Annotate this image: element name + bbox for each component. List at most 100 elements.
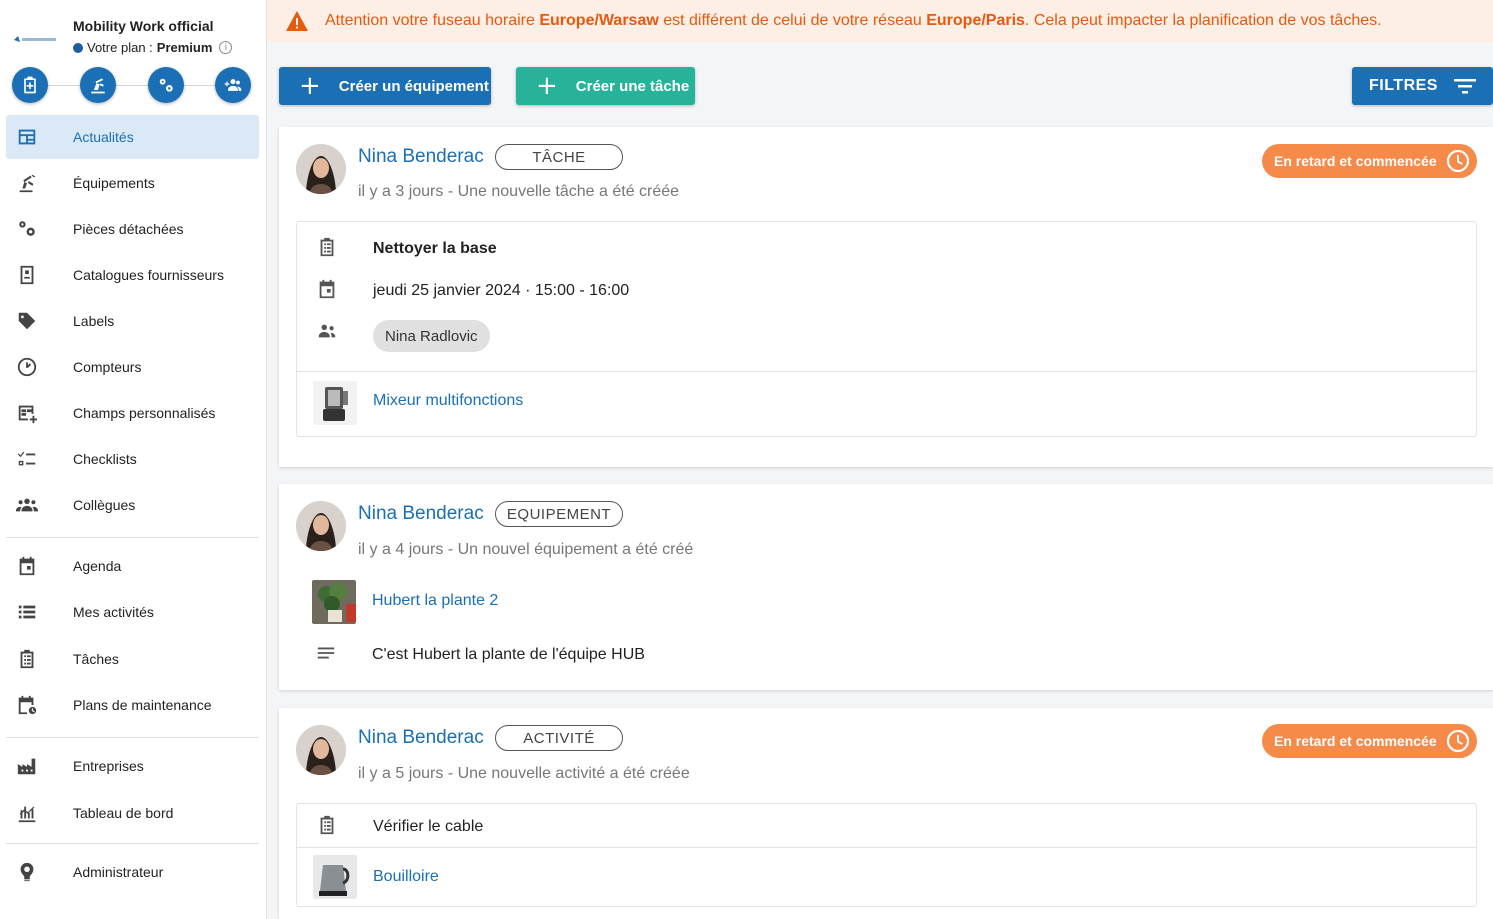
feed-card-equipment: Nina Benderac EQUIPEMENT il y a 4 jours … [279, 484, 1493, 690]
add-task-icon [24, 76, 36, 94]
sidebar-item-compteurs[interactable]: Compteurs [6, 345, 259, 389]
sidebar-item-label: Labels [73, 313, 115, 329]
sidebar-item-label: Tâches [73, 651, 119, 667]
sidebar-item-label: Checklists [73, 451, 137, 467]
equipment-thumbnail[interactable] [313, 381, 357, 425]
clipboard-icon [14, 646, 40, 672]
author-avatar[interactable] [296, 501, 346, 551]
activity-title[interactable]: Vérifier le cable [373, 818, 483, 836]
task-title[interactable]: Nettoyer la base [373, 240, 497, 258]
sidebar-item-collegues[interactable]: Collègues [6, 483, 259, 527]
calendar-icon [316, 278, 338, 300]
organization-name[interactable]: Mobility Work official [73, 18, 214, 34]
sidebar-item-administrateur[interactable]: Administrateur [6, 850, 259, 894]
quick-add-task-button[interactable] [12, 67, 48, 103]
admin-icon [14, 859, 40, 885]
task-details-panel: Nettoyer la base jeudi 25 janvier 2024 ·… [296, 221, 1477, 437]
sidebar-item-label: Administrateur [73, 864, 164, 880]
sidebar-item-mes-activites[interactable]: Mes activités [6, 590, 259, 634]
quick-add-parts-button[interactable] [148, 67, 184, 103]
sidebar-item-actualites[interactable]: Actualités [6, 115, 259, 159]
type-tag: EQUIPEMENT [495, 501, 623, 527]
dashboard-icon [14, 800, 40, 826]
quick-add-equipment-button[interactable] [80, 67, 116, 103]
activity-equipment-row: Bouilloire [297, 854, 1476, 900]
sidebar-item-taches[interactable]: Tâches [6, 637, 259, 681]
task-title-row: Nettoyer la base [297, 234, 1476, 264]
sidebar-item-agenda[interactable]: Agenda [6, 544, 259, 588]
catalog-icon [14, 262, 40, 288]
sidebar: Mobility Work official Votre plan : Prem… [0, 0, 267, 919]
author-avatar[interactable] [296, 144, 346, 194]
author-name-link[interactable]: Nina Benderac [358, 146, 484, 168]
plan-status-dot [73, 42, 83, 53]
assignee-chip[interactable]: Nina Radlovic [373, 320, 490, 352]
warning-icon [286, 11, 308, 31]
custom-fields-icon [14, 400, 40, 426]
create-equipment-label: Créer un équipement [338, 77, 489, 95]
sidebar-item-checklists[interactable]: Checklists [6, 437, 259, 481]
author-avatar[interactable] [296, 725, 346, 775]
feed-card-activity: Nina Benderac ACTIVITÉ il y a 5 jours - … [279, 708, 1493, 919]
info-icon[interactable]: i [219, 41, 233, 54]
sidebar-item-label: Entreprises [73, 758, 144, 774]
clock-icon [1446, 729, 1470, 753]
panel-divider [297, 847, 1476, 848]
add-user-icon [224, 79, 242, 91]
equipment-link[interactable]: Mixeur multifonctions [373, 392, 523, 410]
feed-card-task: Nina Benderac TÂCHE il y a 3 jours - Une… [279, 127, 1493, 467]
sidebar-item-label: Mes activités [73, 604, 154, 620]
task-equipment-row: Mixeur multifonctions [297, 378, 1476, 428]
sidebar-item-entreprises[interactable]: Entreprises [6, 744, 259, 788]
sidebar-item-catalogues-fournisseurs[interactable]: Catalogues fournisseurs [6, 253, 259, 297]
author-name-link[interactable]: Nina Benderac [358, 503, 484, 525]
sidebar-item-champs-personnalises[interactable]: Champs personnalisés [6, 391, 259, 435]
newsfeed-icon [14, 124, 40, 150]
sidebar-item-label: Collègues [73, 497, 136, 513]
notes-icon [315, 642, 337, 664]
activity-details-panel: Vérifier le cable Bouilloire [296, 803, 1477, 907]
people-icon [316, 320, 338, 342]
type-tag: TÂCHE [495, 144, 623, 170]
filters-button[interactable]: FILTRES [1352, 67, 1493, 105]
nav-divider [6, 737, 259, 738]
sidebar-item-label: Catalogues fournisseurs [73, 267, 224, 283]
equipment-row: Hubert la plante 2 [279, 580, 1493, 624]
sidebar-item-label: Compteurs [73, 359, 142, 375]
add-equipment-icon [91, 78, 105, 94]
equipment-icon [14, 170, 40, 196]
author-name-link[interactable]: Nina Benderac [358, 727, 484, 749]
factory-icon [14, 753, 40, 779]
create-task-button[interactable]: + Créer une tâche [516, 67, 695, 105]
quick-add-user-button[interactable] [215, 67, 251, 103]
feed-meta: il y a 4 jours - Un nouvel équipement a … [358, 541, 694, 558]
status-label: En retard et commencée [1274, 733, 1437, 749]
equipment-link[interactable]: Hubert la plante 2 [372, 592, 498, 610]
create-task-label: Créer une tâche [575, 77, 690, 95]
equipment-link[interactable]: Bouilloire [373, 868, 439, 886]
activity-title-row: Vérifier le cable [297, 812, 1476, 842]
maintenance-plan-icon [14, 692, 40, 718]
task-date-row: jeudi 25 janvier 2024 · 15:00 - 16:00 [297, 276, 1476, 306]
sidebar-item-pieces-detachees[interactable]: Pièces détachées [6, 207, 259, 251]
filter-icon [1454, 79, 1476, 94]
task-assignee-row: Nina Radlovic [297, 320, 1476, 356]
plan-indicator: Votre plan : Premium i [73, 40, 233, 55]
equipment-thumbnail[interactable] [313, 855, 357, 899]
create-equipment-button[interactable]: + Créer un équipement [279, 67, 491, 105]
clipboard-icon [316, 236, 338, 258]
equipment-thumbnail[interactable] [312, 580, 356, 624]
checklist-icon [14, 446, 40, 472]
sidebar-item-equipements[interactable]: Équipements [6, 161, 259, 205]
parts-icon [14, 216, 40, 242]
label-icon [14, 308, 40, 334]
sidebar-item-plans-de-maintenance[interactable]: Plans de maintenance [6, 683, 259, 727]
plus-icon: + [299, 71, 321, 101]
company-logo[interactable] [10, 20, 60, 60]
status-badge: En retard et commencée [1262, 724, 1477, 758]
feed-meta: il y a 3 jours - Une nouvelle tâche a ét… [358, 183, 680, 200]
sidebar-item-labels[interactable]: Labels [6, 299, 259, 343]
list-icon [14, 599, 40, 625]
sidebar-item-tableau-de-bord[interactable]: Tableau de bord [6, 791, 259, 835]
nav-divider [6, 537, 259, 538]
